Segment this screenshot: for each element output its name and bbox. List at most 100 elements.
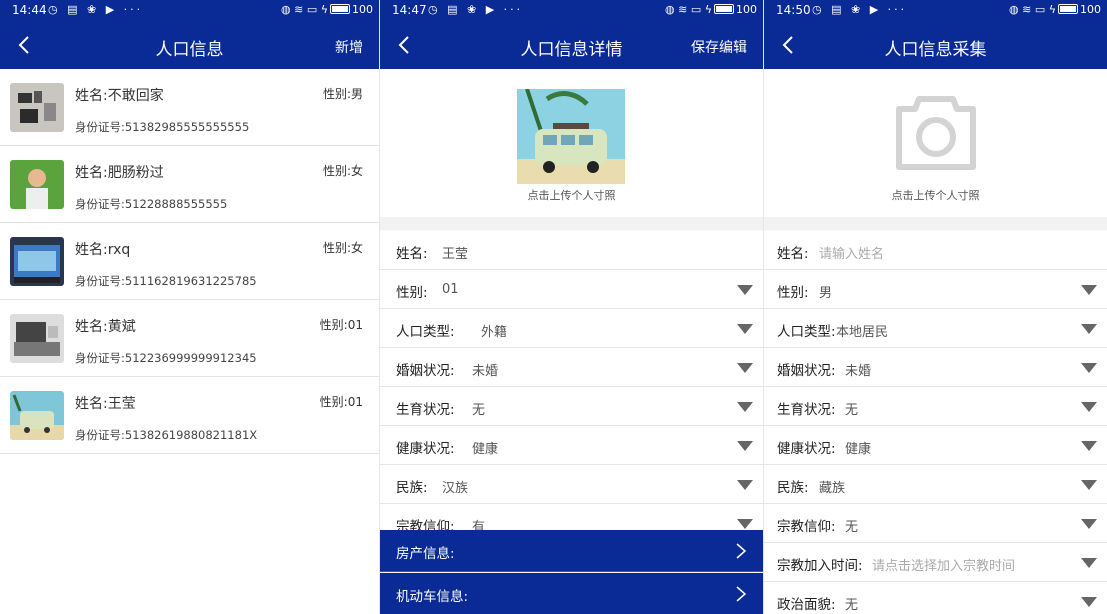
chevron-right-icon	[736, 543, 747, 559]
field-label: 宗教信仰:	[777, 519, 836, 535]
person-id: 身份证号:511162819631225785	[75, 274, 257, 288]
dropdown-caret-icon[interactable]	[1081, 441, 1097, 451]
field-label: 性别:	[396, 285, 428, 301]
field-value[interactable]: 未婚	[472, 360, 498, 379]
avatar	[10, 83, 64, 132]
person-gender: 性别:01	[319, 318, 363, 332]
dropdown-caret-icon[interactable]	[737, 285, 753, 295]
field-value[interactable]: 无	[845, 516, 858, 535]
list-item[interactable]: 姓名:肥肠粉过 身份证号:51228888555555 性别:女	[0, 146, 379, 223]
form-row-name[interactable]: 姓名: 请输入姓名	[764, 231, 1107, 270]
form-row-marital-status[interactable]: 婚姻状况: 未婚	[764, 348, 1107, 387]
form-row-ethnicity[interactable]: 民族: 汉族	[380, 465, 763, 504]
avatar	[10, 160, 64, 209]
camera-icon[interactable]	[895, 95, 977, 171]
status-time: 14:47	[392, 3, 427, 17]
form-row-health-status[interactable]: 健康状况: 健康	[764, 426, 1107, 465]
add-button[interactable]: 新增	[335, 37, 363, 57]
form-row-political-status[interactable]: 政治面貌: 无	[764, 582, 1107, 614]
field-label: 姓名:	[777, 246, 809, 262]
dropdown-caret-icon[interactable]	[1081, 519, 1097, 529]
chevron-right-icon	[736, 586, 747, 602]
battery-icon	[714, 4, 734, 14]
dropdown-caret-icon[interactable]	[1081, 324, 1097, 334]
dropdown-caret-icon[interactable]	[737, 441, 753, 451]
profile-photo[interactable]	[517, 89, 625, 184]
field-label: 政治面貌:	[777, 597, 836, 613]
dropdown-caret-icon[interactable]	[737, 519, 753, 529]
form-row-religion-join-date[interactable]: 宗教加入时间: 请点击选择加入宗教时间	[764, 543, 1107, 582]
form-row-gender[interactable]: 性别: 男	[764, 270, 1107, 309]
person-name: 姓名:王莹	[75, 396, 136, 412]
photo-upload-area[interactable]: 点击上传个人寸照	[764, 69, 1107, 217]
form-row-religion[interactable]: 宗教信仰: 无	[764, 504, 1107, 543]
form-row-marital-status[interactable]: 婚姻状况: 未婚	[380, 348, 763, 387]
form-row-population-type[interactable]: 人口类型: 外籍	[380, 309, 763, 348]
battery-level: 100	[352, 3, 373, 16]
field-value[interactable]: 外籍	[481, 321, 507, 340]
list-item[interactable]: 姓名:rxq 身份证号:511162819631225785 性别:女	[0, 223, 379, 300]
nav-bar: 人口信息采集	[764, 22, 1107, 69]
field-value[interactable]: 汉族	[442, 477, 468, 496]
field-label: 民族:	[396, 480, 428, 496]
field-label: 生育状况:	[396, 402, 455, 418]
status-bar: 14:44 ◷ ▤ ❀ ▶ ··· ◍ ≋ ▭ ϟ 100	[0, 0, 379, 22]
property-info-link[interactable]: 房产信息:	[380, 530, 763, 572]
vehicle-info-link[interactable]: 机动车信息:	[380, 573, 763, 614]
population-detail-screen: 14:47 ◷ ▤ ❀ ▶ ··· ◍ ≋ ▭ ϟ 100 人口信息详情 保存编辑…	[380, 0, 763, 614]
list-item[interactable]: 姓名:黄斌 身份证号:512236999999912345 性别:01	[0, 300, 379, 377]
dropdown-caret-icon[interactable]	[1081, 285, 1097, 295]
battery-level: 100	[736, 3, 757, 16]
status-bar: 14:47 ◷ ▤ ❀ ▶ ··· ◍ ≋ ▭ ϟ 100	[380, 0, 763, 22]
field-value[interactable]: 无	[472, 399, 485, 418]
form-row-ethnicity[interactable]: 民族: 藏族	[764, 465, 1107, 504]
form-row-fertility-status[interactable]: 生育状况: 无	[764, 387, 1107, 426]
person-id: 身份证号:51228888555555	[75, 197, 228, 211]
form-row-population-type[interactable]: 人口类型: 本地居民	[764, 309, 1107, 348]
field-value[interactable]: 藏族	[819, 477, 845, 496]
dropdown-caret-icon[interactable]	[1081, 363, 1097, 373]
field-value[interactable]: 男	[819, 282, 832, 301]
list-item[interactable]: 姓名:不敢回家 身份证号:51382985555555555 性别:男	[0, 69, 379, 146]
dropdown-caret-icon[interactable]	[737, 363, 753, 373]
field-value[interactable]: 王莹	[442, 243, 468, 262]
field-label: 婚姻状况:	[396, 363, 455, 379]
system-icons: ◍ ≋ ▭ ϟ 100	[281, 3, 373, 16]
person-gender: 性别:女	[322, 241, 363, 255]
field-label: 婚姻状况:	[777, 363, 836, 379]
form-row-gender[interactable]: 性别: 01	[380, 270, 763, 309]
field-value[interactable]: 健康	[845, 438, 871, 457]
field-value[interactable]: 无	[845, 399, 858, 418]
dropdown-caret-icon[interactable]	[1081, 402, 1097, 412]
dropdown-caret-icon[interactable]	[1081, 558, 1097, 568]
field-label: 姓名:	[396, 246, 428, 262]
form-row-name[interactable]: 姓名: 王莹	[380, 231, 763, 270]
section-gap	[764, 217, 1107, 230]
list-item[interactable]: 姓名:王莹 身份证号:51382619880821181X 性别:01	[0, 377, 379, 454]
person-id: 身份证号:51382985555555555	[75, 120, 250, 134]
field-value[interactable]: 未婚	[845, 360, 871, 379]
religion-date-picker[interactable]: 请点击选择加入宗教时间	[872, 555, 1015, 574]
dropdown-caret-icon[interactable]	[737, 402, 753, 412]
dropdown-caret-icon[interactable]	[737, 324, 753, 334]
name-input[interactable]: 请输入姓名	[819, 243, 884, 262]
nav-bar: 人口信息 新增	[0, 22, 379, 69]
person-name: 姓名:不敢回家	[75, 88, 164, 104]
field-label: 人口类型:	[777, 324, 836, 340]
field-value[interactable]: 01	[442, 282, 459, 297]
photo-upload-area[interactable]: 点击上传个人寸照	[380, 69, 763, 217]
field-value[interactable]: 健康	[472, 438, 498, 457]
dropdown-caret-icon[interactable]	[1081, 480, 1097, 490]
save-edit-button[interactable]: 保存编辑	[691, 37, 747, 57]
form-row-fertility-status[interactable]: 生育状况: 无	[380, 387, 763, 426]
person-id: 身份证号:51382619880821181X	[75, 428, 258, 442]
field-label: 宗教加入时间:	[777, 558, 863, 574]
form-row-health-status[interactable]: 健康状况: 健康	[380, 426, 763, 465]
dropdown-caret-icon[interactable]	[737, 480, 753, 490]
field-value[interactable]: 本地居民	[836, 321, 888, 340]
avatar	[10, 314, 64, 363]
person-name: 姓名:肥肠粉过	[75, 165, 164, 181]
dropdown-caret-icon[interactable]	[1081, 597, 1097, 607]
field-value[interactable]: 无	[845, 594, 858, 613]
notification-icons: ◷ ▤ ❀ ▶ ···	[428, 3, 524, 16]
